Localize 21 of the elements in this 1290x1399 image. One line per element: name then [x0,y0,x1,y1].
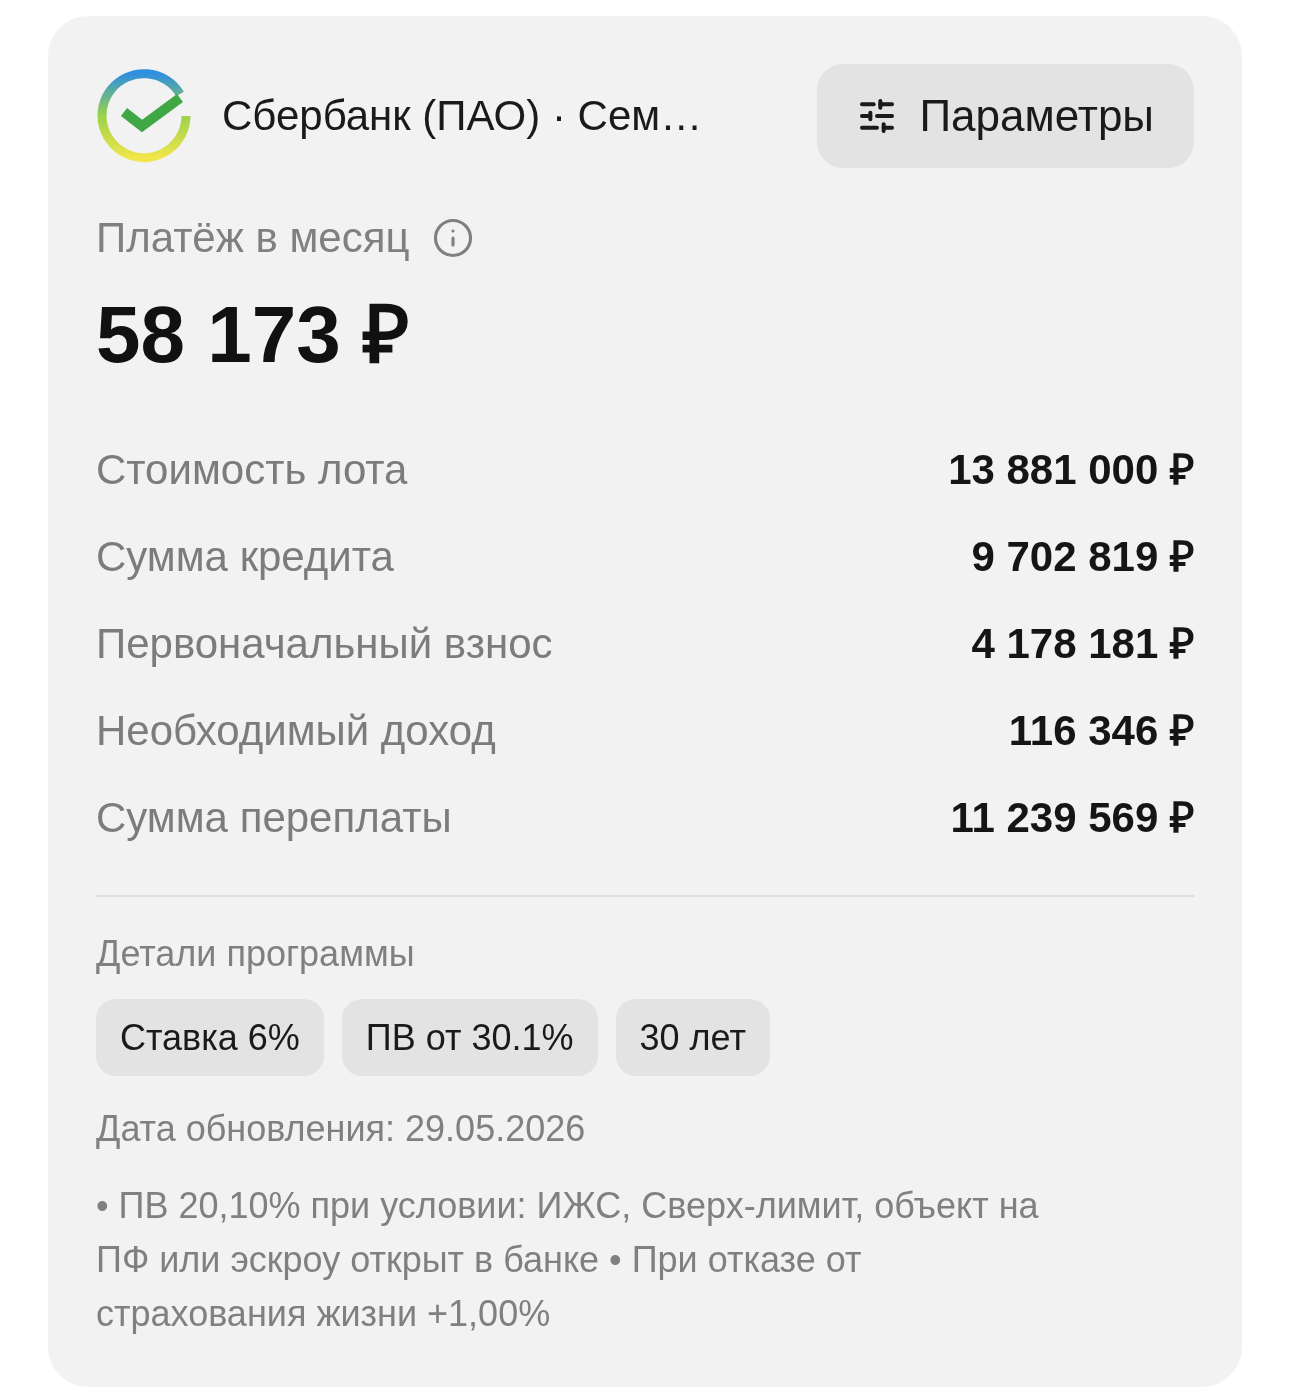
detail-label: Стоимость лота [96,444,408,495]
detail-label: Первоначальный взнос [96,618,553,669]
parameters-button[interactable]: Параметры [817,64,1194,168]
info-icon[interactable] [431,217,474,259]
detail-label: Сумма кредита [96,531,394,582]
monthly-payment-label: Платёж в месяц [96,213,410,263]
detail-label: Сумма переплаты [96,792,452,843]
bank-program-title: Сбербанк (ПАО) · Сем… [222,91,703,141]
program-tag: Ставка 6% [96,999,324,1076]
program-tag: 30 лет [615,999,770,1076]
detail-value: 116 346 ₽ [1008,705,1194,756]
detail-value: 9 702 819 ₽ [971,531,1194,582]
detail-label: Необходимый доход [96,705,496,756]
detail-value: 13 881 000 ₽ [948,444,1194,495]
conditions-note: • ПВ 20,10% при условии: ИЖС, Сверх-лимит, объект на ПФ или эскроу открыт в банке • При отказе от страхования жизни +1,00% [96,1184,1040,1336]
detail-value: 4 178 181 ₽ [971,618,1194,669]
program-details-title: Детали программы [96,932,415,976]
monthly-payment-amount: 58 173 ₽ [96,290,410,380]
detail-value: 11 239 569 ₽ [950,792,1194,843]
program-tag: ПВ от 30.1% [341,999,598,1076]
update-date: Дата обновления: 29.05.2026 [96,1107,586,1151]
